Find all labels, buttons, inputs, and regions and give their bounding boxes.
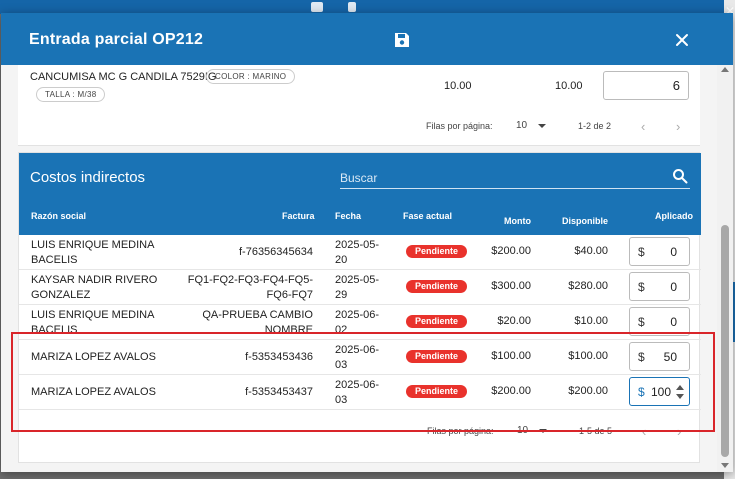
aplicado-input[interactable]: $0 bbox=[629, 272, 690, 301]
product-pagination: Filas por página: 10 1-2 de 2 ‹ › bbox=[426, 119, 696, 135]
razon-social-line2: GONZALEZ bbox=[31, 289, 91, 301]
fecha-line1: 2025-06- bbox=[335, 309, 380, 321]
quantity-input[interactable]: 6 bbox=[603, 71, 689, 100]
aplicado-value: 0 bbox=[670, 280, 677, 294]
fecha-line1: 2025-05- bbox=[335, 274, 380, 286]
modal-title: Entrada parcial OP212 bbox=[29, 31, 204, 48]
header-aplicado[interactable]: Aplicado bbox=[655, 211, 693, 221]
fecha-cell: 2025-05- 29 bbox=[335, 273, 383, 303]
aplicado-value: 0 bbox=[670, 245, 677, 259]
page-range: 1-2 de 2 bbox=[578, 121, 612, 131]
size-chip: TALLA : M/38 bbox=[36, 87, 106, 102]
indirect-costs-header: Costos indirectos Razón social Factura F… bbox=[19, 153, 701, 235]
modal-header: Entrada parcial OP212 bbox=[1, 13, 733, 65]
scroll-down-icon[interactable] bbox=[721, 463, 729, 468]
highlight-annotation-box bbox=[11, 332, 715, 432]
scroll-up-icon[interactable] bbox=[721, 67, 729, 72]
background-file-icon bbox=[348, 2, 356, 12]
prev-page-icon[interactable]: ‹ bbox=[641, 119, 645, 134]
aplicado-value: 0 bbox=[670, 315, 677, 329]
fecha-line2: 29 bbox=[335, 289, 348, 301]
factura-cell: f-76356345634 bbox=[238, 246, 313, 258]
status-badge: Pendiente bbox=[406, 245, 467, 258]
disponible-cell: $10.00 bbox=[574, 315, 608, 327]
search-input[interactable] bbox=[340, 169, 660, 187]
disponible-cell: $280.00 bbox=[568, 280, 608, 292]
razon-social-line1: KAYSAR NADIR RIVERO bbox=[31, 274, 158, 286]
product-value-b: 10.00 bbox=[555, 80, 583, 92]
monto-cell: $20.00 bbox=[497, 315, 531, 327]
table-row: LUIS ENRIQUE MEDINA BACELIS f-76356345634… bbox=[19, 235, 701, 270]
fecha-line2: 20 bbox=[335, 254, 348, 266]
header-disponible[interactable]: Disponible bbox=[562, 216, 608, 226]
status-badge: Pendiente bbox=[406, 315, 467, 328]
status-badge: Pendiente bbox=[406, 280, 467, 293]
razon-social-line2: BACELIS bbox=[31, 254, 78, 266]
product-card: CANCUMISA MC G CANDILA 7529IG COLOR : MA… bbox=[18, 65, 700, 146]
currency-symbol: $ bbox=[638, 315, 645, 329]
modal-scrollbar[interactable] bbox=[717, 65, 733, 472]
indirect-costs-title: Costos indirectos bbox=[30, 169, 146, 186]
header-fecha[interactable]: Fecha bbox=[335, 211, 361, 221]
factura-line2: FQ6-FQ7 bbox=[266, 289, 313, 301]
monto-cell: $200.00 bbox=[491, 245, 531, 257]
rows-per-page-value: 10 bbox=[516, 120, 528, 131]
monto-cell: $300.00 bbox=[491, 280, 531, 292]
currency-symbol: $ bbox=[638, 280, 645, 294]
rows-per-page-label: Filas por página: bbox=[426, 121, 493, 131]
background-app-bar bbox=[0, 0, 735, 14]
search-icon[interactable] bbox=[672, 168, 688, 184]
factura-cell: FQ1-FQ2-FQ3-FQ4-FQ5- FQ6-FQ7 bbox=[163, 273, 313, 303]
header-factura[interactable]: Factura bbox=[282, 211, 315, 221]
next-page-icon[interactable]: › bbox=[676, 119, 680, 134]
header-razon-social[interactable]: Razón social bbox=[31, 211, 86, 221]
table-row: KAYSAR NADIR RIVERO GONZALEZ FQ1-FQ2-FQ3-… bbox=[19, 270, 701, 305]
header-monto[interactable]: Monto bbox=[504, 216, 531, 226]
rows-per-page-select[interactable]: 10 bbox=[516, 120, 552, 134]
scrollbar-thumb[interactable] bbox=[721, 225, 729, 457]
header-fase-actual[interactable]: Fase actual bbox=[403, 211, 452, 221]
background-doc-icon bbox=[311, 2, 323, 12]
currency-symbol: $ bbox=[638, 245, 645, 259]
factura-line1: QA-PRUEBA CAMBIO bbox=[202, 309, 313, 321]
search-box bbox=[340, 167, 690, 189]
product-name: CANCUMISA MC G CANDILA 7529IG bbox=[30, 71, 217, 83]
fecha-line1: 2025-05- bbox=[335, 239, 380, 251]
razon-social-line1: LUIS ENRIQUE MEDINA bbox=[31, 309, 155, 321]
factura-line1: FQ1-FQ2-FQ3-FQ4-FQ5- bbox=[187, 274, 313, 286]
aplicado-input[interactable]: $0 bbox=[629, 237, 690, 266]
product-value-a: 10.00 bbox=[444, 80, 472, 92]
dropdown-arrow-icon bbox=[538, 124, 546, 128]
razon-social-line1: LUIS ENRIQUE MEDINA bbox=[31, 239, 155, 251]
save-icon[interactable] bbox=[394, 32, 410, 48]
fecha-cell: 2025-05- 20 bbox=[335, 238, 383, 268]
close-icon[interactable] bbox=[673, 31, 691, 49]
color-chip: COLOR : MARINO bbox=[206, 69, 296, 84]
disponible-cell: $40.00 bbox=[574, 245, 608, 257]
